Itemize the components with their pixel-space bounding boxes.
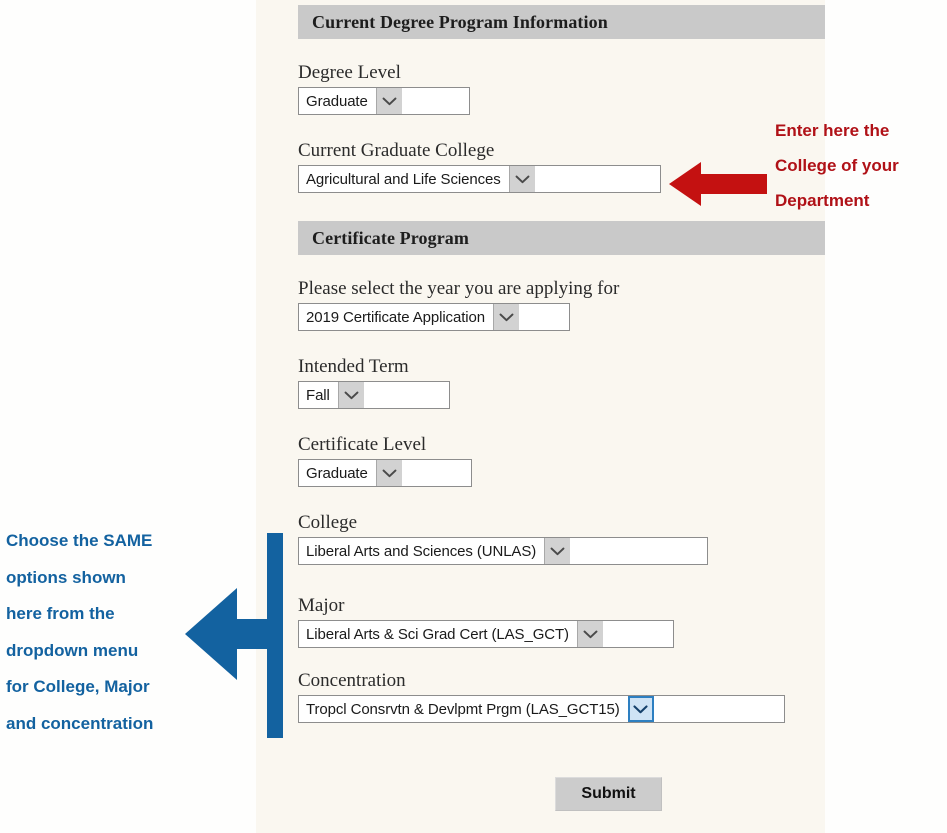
- chevron-down-icon[interactable]: [492, 304, 519, 330]
- field-current-graduate-college: Current Graduate College Agricultural an…: [298, 140, 661, 193]
- label-college: College: [298, 512, 358, 533]
- blue-annotation-line: dropdown menu: [6, 640, 139, 660]
- red-annotation-line: College of your: [775, 156, 899, 175]
- select-intended-term-value: Fall: [306, 386, 330, 404]
- chevron-down-icon[interactable]: [508, 166, 535, 192]
- select-college-value: Liberal Arts and Sciences (UNLAS): [306, 542, 537, 560]
- section-header-certificate-program-label: Certificate Program: [312, 227, 469, 248]
- chevron-down-icon[interactable]: [337, 382, 364, 408]
- page-root: Current Degree Program Information Degre…: [0, 0, 947, 833]
- label-intended-term: Intended Term: [298, 356, 409, 377]
- section-header-degree-program-label: Current Degree Program Information: [312, 11, 608, 32]
- section-header-certificate-program: Certificate Program: [298, 221, 825, 255]
- select-intended-term[interactable]: Fall: [298, 381, 450, 409]
- section-header-degree-program: Current Degree Program Information: [298, 5, 825, 39]
- select-concentration-value: Tropcl Consrvtn & Devlpmt Prgm (LAS_GCT1…: [306, 700, 620, 718]
- blue-annotation-note: Choose the SAME options shown here from …: [6, 523, 211, 742]
- red-annotation-line: Department: [775, 191, 870, 210]
- label-major: Major: [298, 595, 345, 616]
- label-concentration: Concentration: [298, 670, 406, 691]
- red-annotation-line: Enter here the: [775, 121, 890, 140]
- select-current-graduate-college[interactable]: Agricultural and Life Sciences: [298, 165, 661, 193]
- field-degree-level: Degree Level Graduate: [298, 62, 470, 115]
- blue-annotation-line: options shown: [6, 567, 126, 587]
- left-arrow-icon: [669, 162, 767, 206]
- select-major-value: Liberal Arts & Sci Grad Cert (LAS_GCT): [306, 625, 569, 643]
- select-major[interactable]: Liberal Arts & Sci Grad Cert (LAS_GCT): [298, 620, 674, 648]
- field-college: College Liberal Arts and Sciences (UNLAS…: [298, 512, 708, 565]
- select-degree-level-value: Graduate: [306, 92, 368, 110]
- field-certificate-level: Certificate Level Graduate: [298, 434, 472, 487]
- label-current-graduate-college: Current Graduate College: [298, 140, 495, 161]
- chevron-down-icon[interactable]: [544, 538, 571, 564]
- blue-annotation-line: here from the: [6, 604, 115, 623]
- chevron-down-icon[interactable]: [375, 460, 402, 486]
- blue-annotation-line: and concentration: [6, 713, 154, 733]
- select-degree-level[interactable]: Graduate: [298, 87, 470, 115]
- chevron-down-icon[interactable]: [627, 696, 654, 722]
- chevron-down-icon[interactable]: [576, 621, 603, 647]
- select-current-graduate-college-value: Agricultural and Life Sciences: [306, 170, 501, 188]
- select-certificate-level-value: Graduate: [306, 464, 368, 482]
- field-concentration: Concentration Tropcl Consrvtn & Devlpmt …: [298, 670, 785, 723]
- label-certificate-level: Certificate Level: [298, 434, 427, 455]
- label-application-year: Please select the year you are applying …: [298, 278, 620, 299]
- field-major: Major Liberal Arts & Sci Grad Cert (LAS_…: [298, 595, 674, 648]
- label-degree-level: Degree Level: [298, 62, 401, 83]
- select-college[interactable]: Liberal Arts and Sciences (UNLAS): [298, 537, 708, 565]
- submit-button[interactable]: Submit: [555, 777, 662, 811]
- form-panel: Current Degree Program Information Degre…: [256, 0, 825, 833]
- blue-annotation-line: for College, Major: [6, 677, 150, 696]
- field-application-year: Please select the year you are applying …: [298, 278, 619, 331]
- blue-annotation-line: Choose the SAME: [6, 531, 153, 550]
- red-annotation-note: Enter here the College of your Departmen…: [775, 113, 947, 218]
- select-application-year-value: 2019 Certificate Application: [306, 308, 485, 326]
- select-application-year[interactable]: 2019 Certificate Application: [298, 303, 570, 331]
- chevron-down-icon[interactable]: [375, 88, 402, 114]
- select-certificate-level[interactable]: Graduate: [298, 459, 472, 487]
- select-concentration[interactable]: Tropcl Consrvtn & Devlpmt Prgm (LAS_GCT1…: [298, 695, 785, 723]
- field-intended-term: Intended Term Fall: [298, 356, 450, 409]
